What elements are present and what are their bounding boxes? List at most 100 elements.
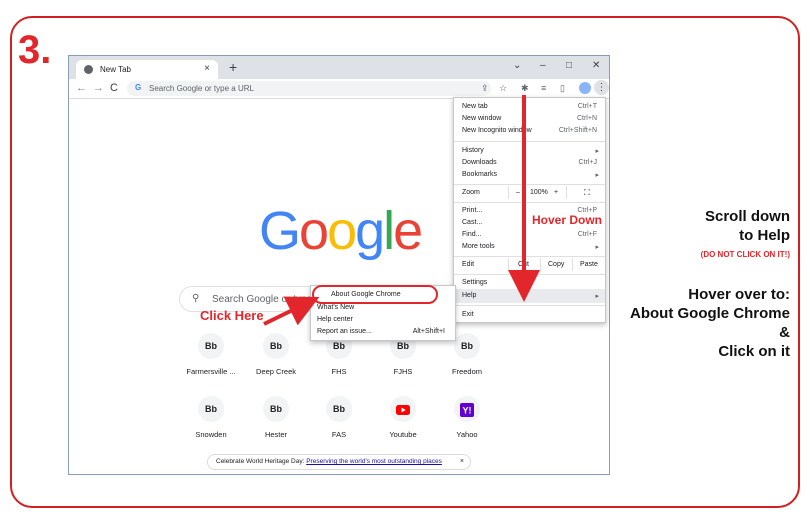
zoom-out-button[interactable]: – [516, 189, 520, 196]
shortcut-label: Deep Creek [255, 367, 297, 376]
menu-item-bookmarks[interactable]: Bookmarks ▸ [454, 170, 605, 180]
forward-arrow-icon[interactable]: → [93, 82, 104, 94]
menu-label: History [462, 147, 484, 154]
menu-label: Bookmarks [462, 171, 498, 178]
minimize-icon[interactable]: – [540, 60, 546, 71]
menu-label: Settings [462, 279, 488, 286]
menu-item-history[interactable]: History ▸ [454, 146, 605, 156]
menu-item-find[interactable]: Find... Ctrl+F [454, 230, 605, 240]
menu-item-zoom: Zoom – 100% + ⛶ [454, 186, 605, 199]
menu-label: New tab [462, 103, 488, 110]
menu-item-new-window[interactable]: New window Ctrl+N [454, 114, 605, 124]
tab-new-tab[interactable]: New Tab × [76, 60, 218, 79]
yahoo-icon: Y! [454, 396, 480, 422]
shortcut-fas[interactable]: Bb FAS [311, 396, 367, 439]
zoom-value: 100% [530, 189, 548, 196]
menu-item-edit-row: Edit Cut Copy Paste [454, 258, 605, 271]
step-number: 3. [18, 28, 52, 72]
search-placeholder: Search Google or type a [212, 294, 321, 305]
profile-avatar[interactable] [579, 82, 591, 94]
menu-item-incognito[interactable]: New Incognito window Ctrl+Shift+N [454, 126, 605, 136]
google-logo: Google [259, 200, 423, 262]
logo-letter: e [393, 201, 423, 261]
address-placeholder: Search Google or type a URL [149, 84, 254, 93]
submenu-item-report-issue[interactable]: Report an issue... Alt+Shift+I [311, 327, 455, 338]
shortcut-label: Freedom [451, 367, 482, 376]
blackboard-icon: Bb [454, 333, 480, 359]
back-arrow-icon[interactable]: ← [76, 82, 87, 94]
menu-label: Print... [462, 207, 483, 214]
reload-icon[interactable]: C [110, 82, 118, 94]
menu-divider [454, 141, 605, 142]
menu-divider [454, 202, 605, 203]
close-window-icon[interactable]: ✕ [592, 60, 600, 71]
side-panel-icon[interactable]: ▯ [560, 83, 565, 94]
google-g-icon: G [135, 83, 142, 92]
heritage-prefix: Celebrate World Heritage Day: [216, 458, 305, 465]
title-bar: New Tab × + ⌄ – □ ✕ [69, 56, 609, 79]
logo-letter: g [355, 201, 385, 261]
shortcut-snowden[interactable]: Bb Snowden [183, 396, 239, 439]
chrome-menu-kebab-icon[interactable]: ⋮ [594, 80, 609, 95]
maximize-icon[interactable]: □ [566, 60, 572, 71]
fullscreen-icon[interactable]: ⛶ [584, 188, 590, 198]
menu-label: Help [462, 292, 477, 299]
menu-label: Downloads [462, 159, 497, 166]
zoom-in-button[interactable]: + [554, 189, 558, 196]
edit-divider [540, 258, 541, 271]
shortcut-yahoo[interactable]: Y! Yahoo [439, 396, 495, 439]
heritage-link[interactable]: Preserving the world's most outstanding … [306, 458, 442, 465]
submenu-item-help-center[interactable]: Help center [311, 315, 455, 326]
shortcut-hester[interactable]: Bb Hester [248, 396, 304, 439]
shortcut-youtube[interactable]: Youtube [375, 396, 431, 439]
blackboard-icon: Bb [326, 396, 352, 422]
shortcut-deep-creek[interactable]: Bb Deep Creek [248, 333, 304, 376]
banner-close-icon[interactable]: × [460, 455, 464, 469]
hover-down-label: Hover Down [532, 213, 603, 227]
submenu-item-whats-new[interactable]: What's New [311, 303, 455, 314]
shortcut-farmersville[interactable]: Bb Farmersville ... [183, 333, 239, 376]
menu-label: New window [462, 115, 502, 122]
menu-item-new-tab[interactable]: New tab Ctrl+T [454, 102, 605, 112]
heritage-day-banner: Celebrate World Heritage Day: Preserving… [207, 454, 471, 470]
copy-button[interactable]: Copy [548, 261, 564, 268]
bookmark-star-icon[interactable]: ☆ [499, 83, 507, 94]
submenu-arrow-icon: ▸ [595, 293, 599, 300]
submenu-label: What's New [317, 304, 355, 311]
menu-item-downloads[interactable]: Downloads Ctrl+J [454, 158, 605, 168]
extensions-icon[interactable]: ✱ [521, 83, 529, 94]
menu-item-help[interactable]: Help ▸ [454, 289, 605, 303]
search-icon: ⚲ [192, 293, 200, 304]
menu-item-more-tools[interactable]: More tools ▸ [454, 242, 605, 252]
instruction-warning: (DO NOT CLICK ON IT!) [700, 250, 790, 259]
tab-search-chevron-icon[interactable]: ⌄ [513, 60, 521, 71]
blackboard-icon: Bb [198, 333, 224, 359]
instruction-line: Click on it [718, 343, 790, 360]
youtube-icon [390, 396, 416, 422]
address-bar[interactable]: G Search Google or type a URL [127, 81, 491, 96]
menu-label: New Incognito window [462, 127, 532, 134]
logo-letter: o [299, 201, 329, 261]
instruction-line: to Help [739, 227, 790, 244]
menu-shortcut: Ctrl+F [577, 231, 597, 238]
instruction-line: & [779, 324, 790, 341]
new-tab-button[interactable]: + [229, 59, 237, 75]
reading-list-icon[interactable]: ≡ [541, 83, 546, 93]
menu-label: Edit [462, 261, 475, 268]
submenu-shortcut: Alt+Shift+I [412, 328, 445, 335]
menu-label: Cast... [462, 219, 483, 226]
tab-close-icon[interactable]: × [204, 63, 210, 74]
instruction-scroll-help: Scroll down to Help [640, 207, 790, 245]
share-icon[interactable]: ⇪ [481, 83, 489, 94]
cut-button[interactable]: Cut [518, 261, 529, 268]
menu-divider [454, 274, 605, 275]
menu-item-exit[interactable]: Exit [454, 310, 605, 320]
logo-letter: o [327, 201, 357, 261]
menu-shortcut: Ctrl+T [577, 103, 597, 110]
shortcut-label: Snowden [195, 430, 227, 439]
menu-item-settings[interactable]: Settings [454, 278, 605, 288]
paste-button[interactable]: Paste [580, 261, 598, 268]
logo-letter: l [383, 201, 395, 261]
shortcut-label: Hester [264, 430, 288, 439]
logo-letter: G [259, 201, 301, 261]
